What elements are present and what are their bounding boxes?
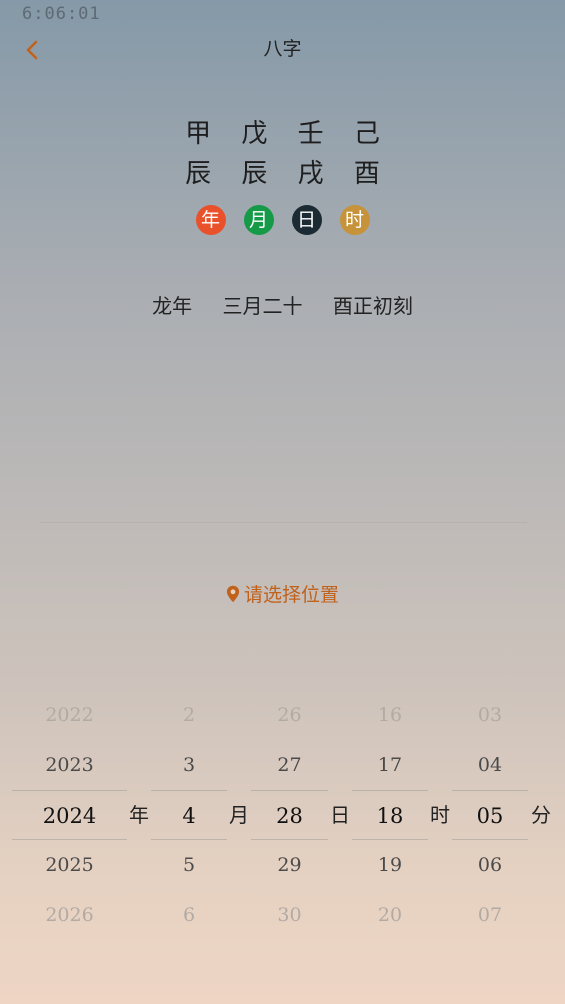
hour-option[interactable]: 17	[352, 740, 428, 790]
map-pin-icon	[226, 585, 240, 608]
status-bar-time: 6:06:01	[22, 4, 101, 24]
lunar-hour: 酉正初刻	[332, 294, 413, 318]
month-option[interactable]: 6	[151, 890, 227, 940]
month-stem: 戊	[241, 119, 268, 149]
pillar-badges: 年 月 日 时	[0, 205, 565, 235]
minute-option[interactable]: 06	[452, 840, 528, 890]
month-unit-label: 月	[229, 803, 249, 827]
day-option[interactable]: 26	[251, 690, 328, 740]
month-pillar-badge: 月	[243, 205, 274, 235]
day-stem: 壬	[297, 119, 324, 149]
minute-option[interactable]: 04	[452, 740, 528, 790]
hour-option[interactable]: 20	[352, 890, 428, 940]
hour-stem: 己	[353, 119, 380, 149]
month-option[interactable]: 2	[151, 690, 227, 740]
minute-option[interactable]: 07	[452, 890, 528, 940]
month-option[interactable]: 3	[151, 740, 227, 790]
month-option-selected[interactable]: 4	[151, 790, 227, 840]
minute-wheel[interactable]: 03 04 05 06 07	[452, 690, 528, 940]
minute-option[interactable]: 03	[452, 690, 528, 740]
hour-pillar-badge: 时	[339, 205, 370, 235]
earthly-branches-row: 辰 辰 戌 酉	[0, 153, 565, 190]
hour-option[interactable]: 19	[352, 840, 428, 890]
day-wheel[interactable]: 26 27 28 29 30	[251, 690, 328, 940]
day-pillar-badge: 日	[291, 205, 322, 235]
heavenly-stems-row: 甲 戊 壬 己	[0, 113, 565, 150]
minute-option-selected[interactable]: 05	[452, 790, 528, 840]
minute-unit-label: 分	[531, 803, 551, 827]
year-option[interactable]: 2022	[12, 690, 127, 740]
day-branch: 戌	[297, 159, 324, 189]
datetime-picker: 2022 2023 2024 2025 2026 年 2 3 4 5 6 月 2…	[0, 690, 565, 940]
lunar-year: 龙年	[152, 294, 193, 318]
day-unit-label: 日	[330, 803, 350, 827]
hour-wheel[interactable]: 16 17 18 19 20	[352, 690, 428, 940]
year-option[interactable]: 2026	[12, 890, 127, 940]
day-option[interactable]: 30	[251, 890, 328, 940]
day-option-selected[interactable]: 28	[251, 790, 328, 840]
year-stem: 甲	[185, 119, 212, 149]
month-wheel[interactable]: 2 3 4 5 6	[151, 690, 227, 940]
year-pillar-badge: 年	[195, 205, 226, 235]
year-option[interactable]: 2025	[12, 840, 127, 890]
year-option-selected[interactable]: 2024	[12, 790, 127, 840]
location-label: 请选择位置	[243, 584, 339, 606]
page-title: 八字	[263, 38, 302, 60]
year-branch: 辰	[185, 159, 212, 189]
month-branch: 辰	[241, 159, 268, 189]
year-unit-label: 年	[129, 803, 149, 827]
hour-unit-label: 时	[430, 803, 450, 827]
hour-branch: 酉	[353, 159, 380, 189]
hour-option[interactable]: 16	[352, 690, 428, 740]
divider	[40, 522, 527, 523]
month-option[interactable]: 5	[151, 840, 227, 890]
year-wheel[interactable]: 2022 2023 2024 2025 2026	[12, 690, 127, 940]
day-option[interactable]: 29	[251, 840, 328, 890]
lunar-day: 三月二十	[222, 294, 303, 318]
lunar-date: 龙年 三月二十 酉正初刻	[0, 290, 565, 319]
day-option[interactable]: 27	[251, 740, 328, 790]
year-option[interactable]: 2023	[12, 740, 127, 790]
select-location-button[interactable]: 请选择位置	[0, 580, 565, 608]
hour-option-selected[interactable]: 18	[352, 790, 428, 840]
